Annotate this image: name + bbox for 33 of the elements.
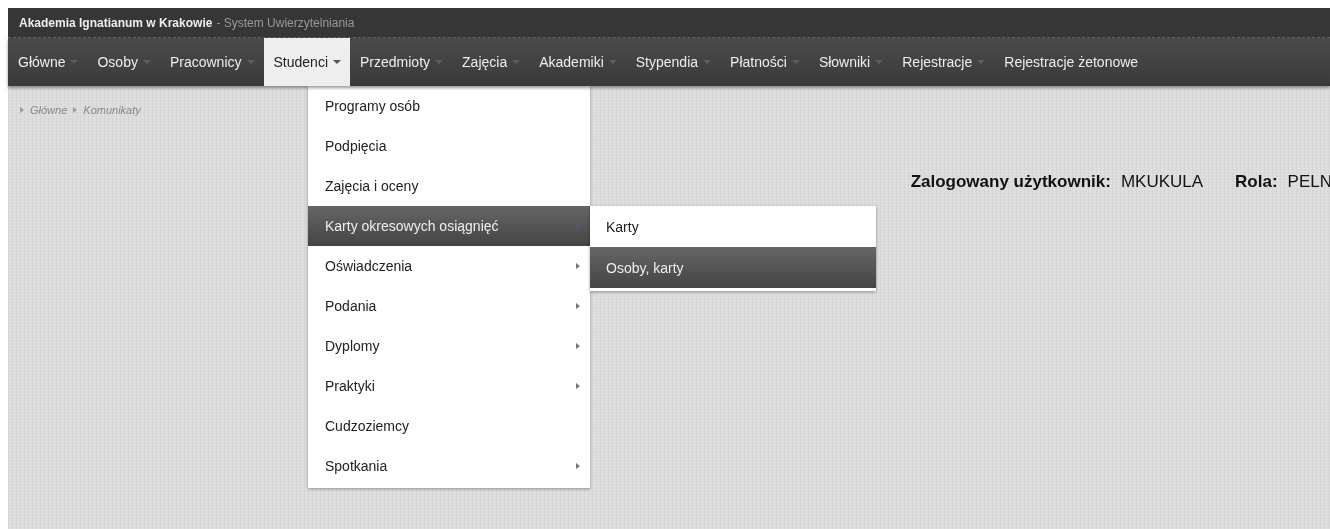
submenu-item[interactable]: Osoby, karty [590, 247, 876, 288]
user-label: Zalogowany użytkownik: [910, 172, 1111, 192]
caret-icon [333, 60, 341, 64]
menu-item[interactable]: Praktyki [308, 366, 590, 406]
nav-item[interactable]: Akademiki [529, 38, 626, 86]
submenu-item[interactable]: Karty [590, 206, 876, 247]
app-subtitle: - System Uwierzytelniania [216, 15, 355, 30]
nav-item[interactable]: Główne [8, 38, 88, 86]
menu-item[interactable]: Dyplomy [308, 326, 590, 366]
menu-item[interactable]: Karty okresowych osiągnięć [308, 206, 590, 246]
role-label: Rola: [1235, 172, 1278, 192]
user-name: MKUKULA [1120, 172, 1204, 192]
app-title: Akademia Ignatianum w Krakowie [19, 15, 213, 30]
arrow-icon [73, 107, 78, 113]
nav-item[interactable]: Płatności [720, 38, 809, 86]
menu-item[interactable]: Programy osób [308, 86, 590, 126]
nav-item[interactable]: Słowniki [808, 38, 893, 86]
nav-item[interactable]: Pracownicy [159, 38, 264, 86]
menu-item[interactable]: Zajęcia i oceny [308, 166, 590, 206]
nav-item[interactable]: Studenci [263, 38, 350, 86]
menu-item[interactable]: Oświadczenia [308, 246, 590, 286]
nav-item[interactable]: Rejestracje [892, 38, 995, 86]
nav-item[interactable]: Rejestracje żetonowe [994, 38, 1148, 86]
menu-item[interactable]: Podpięcia [308, 126, 590, 166]
menu-item[interactable]: Spotkania [308, 446, 590, 486]
nav-item[interactable]: Osoby [87, 38, 160, 86]
nav-item[interactable]: Przedmioty [350, 38, 453, 86]
menu-item[interactable]: Cudzoziemcy [308, 406, 590, 446]
arrow-icon [20, 107, 24, 113]
menu-item[interactable]: Podania [308, 286, 590, 326]
nav-item[interactable]: Zajęcia [452, 38, 530, 86]
nav-item[interactable]: Stypendia [625, 38, 721, 86]
role-value: PELN [1287, 172, 1330, 192]
